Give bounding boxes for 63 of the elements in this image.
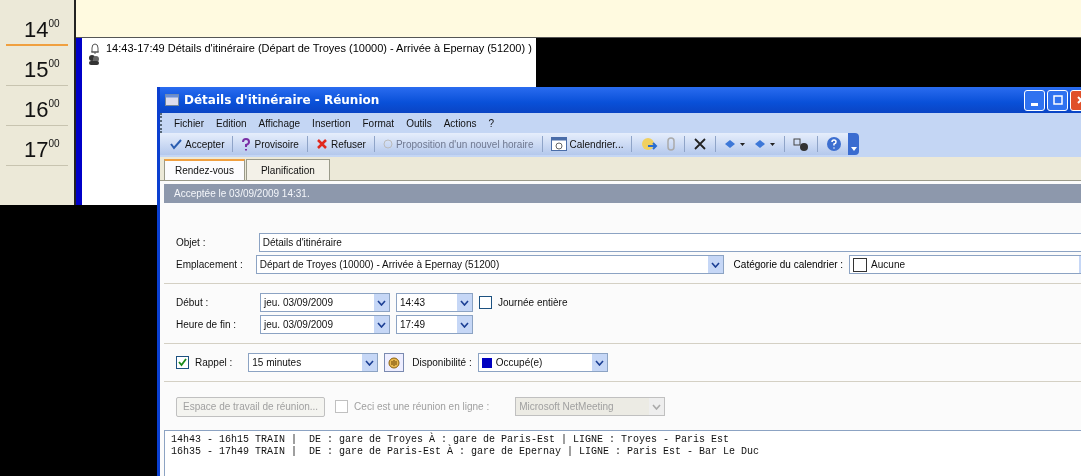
menu-item[interactable]: Outils [406, 117, 432, 129]
window-title: Détails d'itinéraire - Réunion [184, 93, 380, 107]
checkbox-label: Journée entière [498, 297, 568, 308]
menu-item[interactable]: ? [488, 117, 495, 129]
checkbox[interactable] [176, 356, 189, 369]
checkbox[interactable] [479, 296, 492, 309]
people-icon [88, 54, 100, 65]
minimize-icon [1031, 102, 1038, 106]
toolbar-button[interactable]: Provisoire [239, 137, 301, 151]
field-label: Emplacement : [176, 259, 244, 270]
category-dropdown[interactable]: Aucune [849, 255, 1081, 274]
subject-field[interactable]: Détails d'itinéraire [258, 233, 1081, 252]
info-bar: Acceptée le 03/09/2009 14:31. [164, 184, 1081, 203]
cross-icon [315, 138, 328, 150]
toolbar-button[interactable]: Refuser [313, 138, 368, 150]
minimize-button[interactable] [1024, 89, 1045, 111]
menu-item[interactable]: Insertion [312, 117, 351, 129]
bell-icon [88, 42, 102, 54]
appointment-text: 14:43-17:49 Détails d'itinéraire (Départ de Troyes (10000) - Arrivée à Epernay (51200) ) [106, 42, 532, 54]
hour-label: 17$^{00}$ [6, 126, 68, 166]
toolbar-button[interactable]: Calendrier... [548, 137, 626, 151]
notes-area[interactable]: 14h43 - 16h15 TRAIN | DE : gare de Troyes À : gare de Paris-Est | LIGNE : Troyes - Paris Est 16h35 - 17h49 TRAIN | DE : gare de Paris-Est À : gare de Epernay | LIGNE : Paris Est - Bar Le Duc [164, 430, 1081, 476]
field-label: Objet : [176, 237, 207, 248]
tab[interactable]: Rendez-vous [164, 159, 245, 180]
check-icon [170, 138, 182, 150]
field-label: Heure de fin : [176, 319, 238, 330]
time-dropdown[interactable]: 14:43 [396, 293, 473, 312]
notes-line: 16h35 - 17h49 TRAIN | DE : gare de Paris-Est À : gare de Epernay | LIGNE : Paris Est - Bar Le Duc [171, 446, 761, 458]
menu-item[interactable]: Format [362, 117, 395, 129]
maximize-button[interactable] [1047, 89, 1068, 111]
time-dropdown[interactable]: 17:49 [396, 315, 473, 334]
forward-icon[interactable] [640, 136, 659, 152]
menu-item[interactable]: Edition [216, 117, 247, 129]
next-item-icon[interactable] [754, 138, 777, 150]
date-dropdown[interactable]: jeu. 03/09/2009 [260, 293, 390, 312]
hour-label: 15$^{00}$ [6, 46, 68, 86]
help-icon[interactable] [826, 136, 843, 152]
menu-item[interactable]: Affichage [258, 117, 301, 129]
delete-icon[interactable] [693, 137, 708, 151]
window-icon [165, 94, 179, 106]
calendar-icon [550, 137, 567, 151]
menu-item[interactable]: Fichier [174, 117, 204, 129]
availability-dropdown[interactable]: Occupé(e) [477, 353, 608, 372]
sound-button[interactable] [384, 353, 405, 372]
tab[interactable]: Planification [245, 159, 330, 180]
reminder-dropdown[interactable]: 15 minutes [248, 353, 379, 372]
maximize-icon [1052, 95, 1063, 105]
previous-item-icon[interactable] [724, 138, 747, 150]
checkbox-label: Rappel : [195, 357, 233, 368]
hour-label: 14$^{00}$ [6, 6, 68, 46]
location-dropdown[interactable]: Départ de Troyes (10000) - Arrivée à Epernay (51200) [255, 255, 724, 274]
notes-line: 14h43 - 16h15 TRAIN | DE : gare de Troyes À : gare de Paris-Est | LIGNE : Troyes - Paris Est [171, 434, 731, 445]
paperclip-icon[interactable] [666, 136, 677, 152]
menu-item[interactable]: Actions [443, 117, 477, 129]
date-dropdown[interactable]: jeu. 03/09/2009 [260, 315, 390, 334]
checkbox-label: Ceci est une réunion en ligne : [354, 401, 490, 412]
field-label: Catégorie du calendrier : [733, 259, 844, 270]
field-label: Début : [176, 297, 210, 308]
question-icon [241, 137, 252, 151]
toolbar-options-icon[interactable] [848, 133, 860, 155]
hour-label: 16$^{00}$ [6, 86, 68, 126]
toolbar-button[interactable]: Accepter [168, 138, 227, 150]
field-label: Disponibilité : [412, 357, 472, 368]
